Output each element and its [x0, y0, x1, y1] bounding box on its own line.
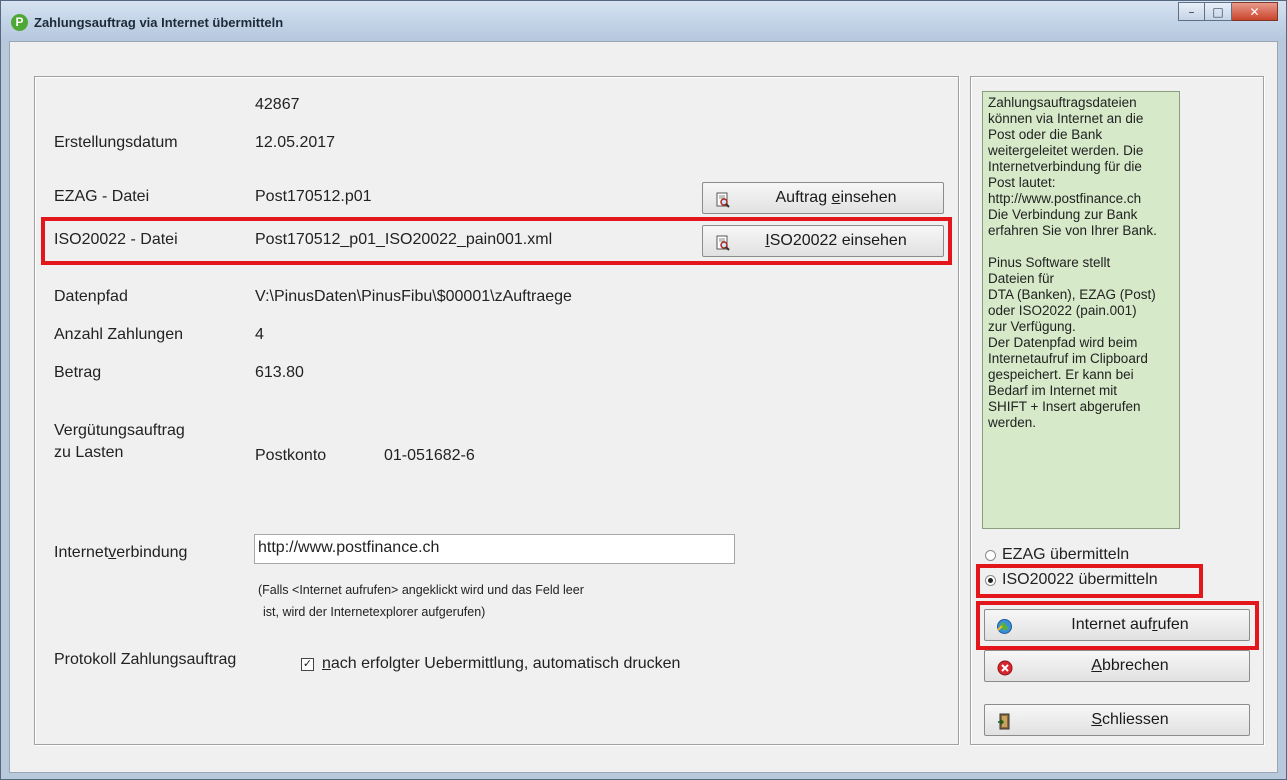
open-internet-label-part: Internet auf — [1071, 616, 1153, 633]
data-path-value: V:\PinusDaten\PinusFibu\$00001\zAuftraeg… — [255, 288, 572, 305]
auto-print-label-rest: ach erfolgter Uebermittlung, automatisch… — [330, 655, 681, 672]
view-order-label: Auftrag einsehen — [703, 189, 943, 207]
internet-connection-label: Internetverbindung — [54, 544, 187, 562]
iso-file-label: ISO20022 - Datei — [54, 231, 178, 248]
maximize-button[interactable]: □ — [1205, 2, 1232, 21]
info-paragraph-1: Zahlungsauftragsdateien können via Inter… — [988, 95, 1157, 238]
checkbox-check-icon[interactable]: ✓ — [301, 657, 314, 671]
creation-date-value: 12.05.2017 — [255, 134, 336, 151]
iso-file-value: Post170512_p01_ISO20022_pain001.xml — [255, 231, 553, 248]
close-dialog-label-accel: S — [1091, 711, 1102, 728]
internet-hint-line-2: ist, wird der Internetexplorer aufgerufe… — [263, 605, 486, 619]
ezag-file-value: Post170512.p01 — [255, 188, 372, 205]
view-order-label-rest: insehen — [840, 189, 897, 206]
payment-count-value: 4 — [255, 326, 264, 343]
debit-label: zu Lasten — [54, 444, 124, 461]
ezag-file-label: EZAG - Datei — [54, 188, 150, 205]
open-internet-button[interactable]: Internet aufrufen — [984, 609, 1250, 641]
transfer-order-label: Vergütungsauftrag — [54, 422, 185, 439]
app-logo-icon: P — [11, 14, 28, 31]
ezag-transfer-label: EZAG übermitteln — [1002, 546, 1130, 563]
internet-hint-line-1: (Falls <Internet aufrufen> angeklickt wi… — [258, 583, 584, 597]
account-type-value: Postkonto — [255, 447, 327, 464]
view-order-button[interactable]: Auftrag einsehen — [702, 182, 944, 214]
cancel-label-rest: bbrechen — [1101, 657, 1169, 674]
maximize-icon: □ — [1212, 4, 1224, 19]
auto-print-checkbox[interactable]: ✓ nach erfolgter Uebermittlung, automati… — [301, 655, 680, 673]
details-panel — [34, 76, 959, 745]
view-iso-label: ISO20022 einsehen — [703, 232, 943, 250]
order-number: 42867 — [255, 96, 300, 113]
account-number-value: 01-051682-6 — [384, 447, 475, 464]
close-dialog-label: Schliessen — [985, 711, 1249, 729]
view-order-label-part: Auftrag — [775, 189, 832, 206]
close-dialog-label-rest: chliessen — [1101, 711, 1169, 728]
door-exit-icon — [996, 713, 1013, 730]
minimize-icon: – — [1188, 4, 1195, 19]
internet-connection-label-rest: erbindung — [116, 544, 188, 561]
dialog-window: P Zahlungsauftrag via Internet übermitte… — [0, 0, 1287, 780]
close-icon: ✕ — [1249, 4, 1260, 19]
cancel-button[interactable]: Abbrechen — [984, 650, 1250, 682]
open-internet-label: Internet aufrufen — [985, 616, 1249, 634]
magnifier-document-icon — [714, 234, 731, 251]
iso-transfer-radio[interactable]: ISO20022 übermitteln — [985, 571, 1158, 589]
window-title: Zahlungsauftrag via Internet übermitteln — [34, 15, 284, 30]
globe-icon — [996, 618, 1013, 635]
window-controls: – □ ✕ — [1178, 2, 1278, 21]
data-path-label: Datenpfad — [54, 288, 128, 305]
payment-count-label: Anzahl Zahlungen — [54, 326, 183, 343]
radio-selected-icon[interactable] — [985, 574, 996, 586]
internet-connection-label-part: Internet — [54, 544, 109, 561]
amount-value: 613.80 — [255, 364, 304, 381]
protocol-label: Protokoll Zahlungsauftrag — [54, 651, 237, 668]
ezag-transfer-radio[interactable]: EZAG übermitteln — [985, 546, 1129, 564]
title-bar[interactable]: P Zahlungsauftrag via Internet übermitte… — [1, 1, 1286, 41]
iso-transfer-label: ISO20022 übermitteln — [1002, 571, 1158, 588]
open-internet-label-rest: ufen — [1157, 616, 1189, 633]
view-iso-label-rest: SO20022 einsehen — [769, 232, 907, 249]
auto-print-label-accel: n — [322, 655, 331, 672]
creation-date-label: Erstellungsdatum — [54, 134, 178, 151]
radio-empty-icon[interactable] — [985, 549, 996, 561]
internet-url-field[interactable]: http://www.postfinance.ch — [254, 534, 735, 564]
cancel-label: Abbrechen — [985, 657, 1249, 675]
minimize-button[interactable]: – — [1178, 2, 1205, 21]
auto-print-label: nach erfolgter Uebermittlung, automatisc… — [322, 655, 680, 673]
close-button[interactable]: ✕ — [1232, 2, 1278, 21]
red-x-circle-icon — [996, 659, 1013, 676]
magnifier-document-icon — [714, 191, 731, 208]
amount-label: Betrag — [54, 364, 102, 381]
info-note: Zahlungsauftragsdateien können via Inter… — [982, 91, 1180, 529]
view-iso-button[interactable]: ISO20022 einsehen — [702, 225, 944, 257]
cancel-label-accel: A — [1091, 657, 1102, 674]
close-dialog-button[interactable]: Schliessen — [984, 704, 1250, 736]
info-paragraph-2: Pinus Software stellt Dateien für DTA (B… — [988, 255, 1156, 430]
